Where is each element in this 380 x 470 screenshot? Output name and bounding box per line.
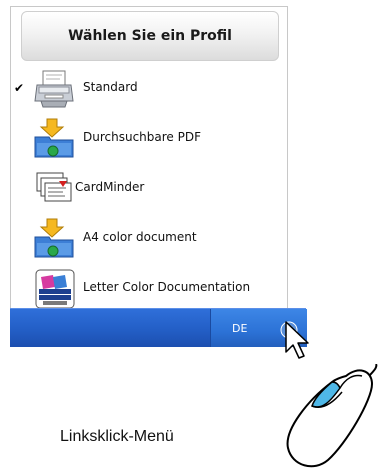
computer-mouse-icon xyxy=(286,364,378,468)
menu-item-label: Durchsuchbare PDF xyxy=(83,130,201,144)
menu-header-title: Wählen Sie ein Profil xyxy=(68,28,232,44)
checkmark-icon: ✔ xyxy=(14,81,25,95)
taskbar: DE S xyxy=(10,308,307,347)
menu-item-durchsuchbare-pdf[interactable]: Durchsuchbare PDF xyxy=(11,113,287,165)
printer-icon xyxy=(34,70,74,108)
menu-item-label: Standard xyxy=(83,80,138,94)
scansnap-organizer-icon xyxy=(35,269,75,309)
scan-folder-icon xyxy=(34,218,74,258)
scan-pdf-icon xyxy=(34,118,74,158)
menu-item-standard[interactable]: ✔ Standard xyxy=(11,63,287,115)
menu-item-cardminder[interactable]: CardMinder xyxy=(11,163,287,215)
caption-text: Linksklick-Menü xyxy=(60,428,174,445)
mouse-pointer-icon xyxy=(285,321,309,359)
profile-menu: Wählen Sie ein Profil ✔ Standard Durchsu… xyxy=(10,6,288,316)
menu-header: Wählen Sie ein Profil xyxy=(21,11,279,61)
cardminder-icon xyxy=(36,172,72,202)
language-indicator[interactable]: DE xyxy=(232,322,247,335)
menu-item-a4-color-document[interactable]: A4 color document xyxy=(11,213,287,265)
menu-item-label: A4 color document xyxy=(83,230,197,244)
menu-item-label: CardMinder xyxy=(75,180,145,194)
menu-item-label: Letter Color Documentation xyxy=(83,280,251,294)
